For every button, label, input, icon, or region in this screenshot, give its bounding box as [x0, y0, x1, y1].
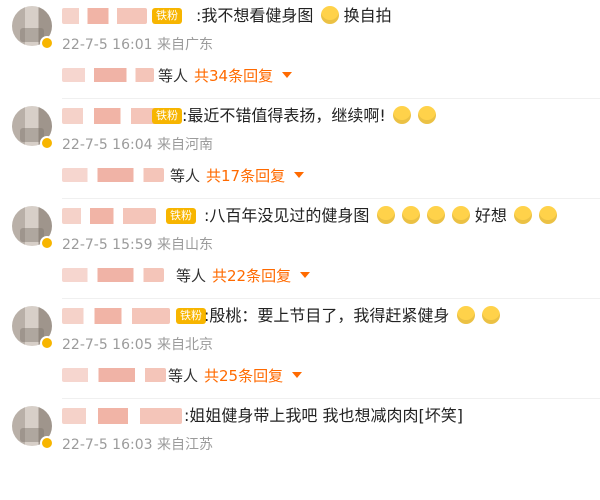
comment-item-1: 铁粉 :我不想看健身图 换自拍 22-7-5 16:01 来自广东 等人 共34…: [0, 0, 600, 100]
comment-text-main: :姐姐健身带上我吧 我也想减肉肉[坏笑]: [184, 406, 463, 425]
fan-badge: 铁粉: [152, 108, 182, 124]
username-blurred[interactable]: [62, 208, 156, 224]
comment-text-tail: 好想: [474, 206, 507, 225]
emoji-icon: [401, 206, 420, 224]
comment-meta: 22-7-5 16:03 来自江苏: [62, 434, 213, 454]
emoji-icon: [539, 206, 558, 224]
verified-badge-icon: [40, 236, 54, 250]
comment-text-main: :最近不错值得表扬，继续啊!: [182, 106, 386, 125]
comment-meta: 22-7-5 16:05 来自北京: [62, 334, 213, 354]
emoji-icon: [481, 306, 500, 324]
chevron-down-icon[interactable]: [282, 72, 292, 78]
emoji-icon: [320, 6, 339, 24]
emoji-icon: [376, 206, 395, 224]
divider: [62, 98, 600, 99]
comment-text: :八百年没见过的健身图 好想: [204, 206, 558, 226]
comment-meta: 22-7-5 16:01 来自广东: [62, 34, 213, 54]
verified-badge-icon: [40, 36, 54, 50]
comment-text-main: :殷桃：要上节目了，我得赶紧健身: [204, 306, 450, 325]
comment-item-3: 铁粉 :八百年没见过的健身图 好想 22-7-5 15:59 来自山东 等人 共…: [0, 200, 600, 300]
comment-item-5: :姐姐健身带上我吧 我也想减肉肉[坏笑] 22-7-5 16:03 来自江苏: [0, 400, 600, 500]
comment-meta: 22-7-5 16:04 来自河南: [62, 134, 213, 154]
fan-badge: 铁粉: [166, 208, 196, 224]
reply-user-blurred: [62, 268, 164, 282]
reply-suffix: 等人: [158, 67, 189, 85]
verified-badge-icon: [40, 136, 54, 150]
username-blurred[interactable]: [62, 308, 170, 324]
emoji-icon: [392, 106, 411, 124]
emoji-icon: [456, 306, 475, 324]
fan-badge: 铁粉: [176, 308, 206, 324]
divider: [62, 298, 600, 299]
replies-summary[interactable]: 等人 共17条回复: [62, 165, 582, 186]
reply-suffix: 等人: [170, 167, 201, 185]
reply-user-blurred: [62, 68, 154, 82]
username-blurred[interactable]: [62, 8, 147, 24]
chevron-down-icon[interactable]: [294, 172, 304, 178]
comment-location: 来自河南: [156, 137, 213, 153]
divider: [62, 198, 600, 199]
comment-text-tail: 换自拍: [343, 6, 392, 25]
fan-badge: 铁粉: [152, 8, 182, 24]
comment-text: :我不想看健身图 换自拍: [196, 6, 392, 26]
chevron-down-icon[interactable]: [300, 272, 310, 278]
comment-text: :殷桃：要上节目了，我得赶紧健身: [204, 306, 500, 326]
reply-count-link[interactable]: 共34条回复: [194, 65, 273, 86]
comment-location: 来自北京: [156, 337, 213, 353]
comment-time: 22-7-5 16:04: [62, 137, 153, 153]
reply-count-link[interactable]: 共25条回复: [204, 365, 283, 386]
comment-text: :姐姐健身带上我吧 我也想减肉肉[坏笑]: [184, 406, 463, 426]
divider: [62, 398, 600, 399]
verified-badge-icon: [40, 336, 54, 350]
comment-time: 22-7-5 15:59: [62, 237, 153, 253]
reply-suffix: 等人: [176, 267, 207, 285]
replies-summary[interactable]: 等人 共22条回复: [62, 265, 582, 286]
emoji-icon: [418, 106, 436, 124]
replies-summary[interactable]: 等人 共34条回复: [62, 65, 582, 86]
comment-location: 来自江苏: [156, 437, 213, 453]
comment-text: :最近不错值得表扬，继续啊!: [182, 106, 436, 126]
comment-meta: 22-7-5 15:59 来自山东: [62, 234, 213, 254]
emoji-icon: [513, 206, 532, 224]
reply-count-link[interactable]: 共17条回复: [206, 165, 285, 186]
comment-location: 来自山东: [156, 237, 213, 253]
comment-item-2: 铁粉 :最近不错值得表扬，继续啊! 22-7-5 16:04 来自河南 等人 共…: [0, 100, 600, 200]
comment-text-main: :我不想看健身图: [196, 6, 314, 25]
reply-count-link[interactable]: 共22条回复: [212, 265, 291, 286]
emoji-icon: [451, 206, 470, 224]
comment-item-4: 铁粉 :殷桃：要上节目了，我得赶紧健身 22-7-5 16:05 来自北京 等人…: [0, 300, 600, 400]
replies-summary[interactable]: 等人 共25条回复: [62, 365, 582, 386]
chevron-down-icon[interactable]: [292, 372, 302, 378]
reply-suffix: 等人: [168, 367, 199, 385]
comment-time: 22-7-5 16:03: [62, 437, 153, 453]
reply-user-blurred: [62, 368, 166, 382]
reply-user-blurred: [62, 168, 164, 182]
comment-time: 22-7-5 16:01: [62, 37, 153, 53]
username-blurred[interactable]: [62, 408, 182, 424]
emoji-icon: [426, 206, 445, 224]
comment-time: 22-7-5 16:05: [62, 337, 153, 353]
comment-text-main: :八百年没见过的健身图: [204, 206, 370, 225]
verified-badge-icon: [40, 436, 54, 450]
comment-location: 来自广东: [156, 37, 213, 53]
